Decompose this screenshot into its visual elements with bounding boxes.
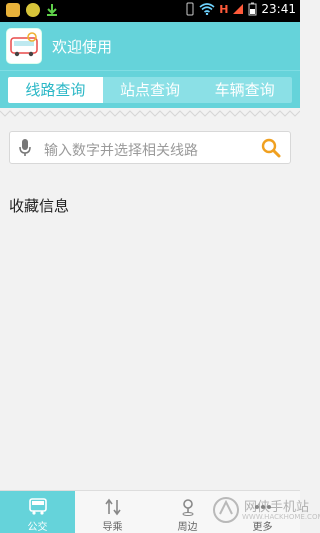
- tab-route-query[interactable]: 线路查询: [8, 77, 103, 103]
- vibrate-icon: [186, 2, 194, 16]
- nav-nearby-label: 周边: [177, 522, 198, 533]
- nav-transfer-label: 导乘: [102, 522, 123, 533]
- wifi-icon: [199, 3, 215, 15]
- system-icons: H 23:41: [185, 2, 296, 16]
- nav-bus-label: 公交: [27, 522, 48, 533]
- zigzag-divider: [0, 108, 300, 117]
- clock: 23:41: [261, 2, 296, 16]
- query-tabs: 线路查询 站点查询 车辆查询: [8, 77, 292, 103]
- sms-icon: [6, 3, 20, 17]
- transfer-icon: [104, 498, 121, 516]
- battery-icon: [248, 2, 257, 16]
- more-icon: [254, 505, 271, 509]
- signal-icon: [233, 4, 244, 14]
- query-tabs-bar: 线路查询 站点查询 车辆查询: [0, 70, 300, 108]
- tab-vehicle-query[interactable]: 车辆查询: [197, 77, 292, 103]
- bus-icon: [28, 498, 47, 515]
- search-input[interactable]: 输入数字并选择相关线路: [44, 140, 198, 160]
- network-type: H: [219, 2, 229, 16]
- notification-icons: [6, 3, 58, 17]
- app-logo: [6, 28, 42, 64]
- download-icon: [47, 4, 57, 16]
- favorites-title: 收藏信息: [9, 197, 70, 215]
- nav-nearby[interactable]: 周边: [150, 491, 225, 533]
- bottom-nav: 公交 导乘 周边 更多: [0, 490, 300, 533]
- app-icon: [26, 3, 40, 17]
- nav-more-label: 更多: [252, 522, 273, 533]
- page-title: 欢迎使用: [52, 38, 113, 56]
- tab-stop-query[interactable]: 站点查询: [103, 77, 198, 103]
- status-bar: H 23:41: [0, 0, 300, 22]
- search-icon[interactable]: [260, 137, 282, 159]
- location-pin-icon: [182, 499, 193, 516]
- app-header: 欢迎使用: [0, 22, 300, 70]
- nav-transfer[interactable]: 导乘: [75, 491, 150, 533]
- bus-logo-icon: [10, 32, 38, 57]
- route-search-box[interactable]: 输入数字并选择相关线路: [9, 131, 291, 164]
- microphone-icon[interactable]: [18, 138, 32, 158]
- nav-more[interactable]: 更多: [225, 491, 300, 533]
- nav-bus[interactable]: 公交: [0, 491, 75, 533]
